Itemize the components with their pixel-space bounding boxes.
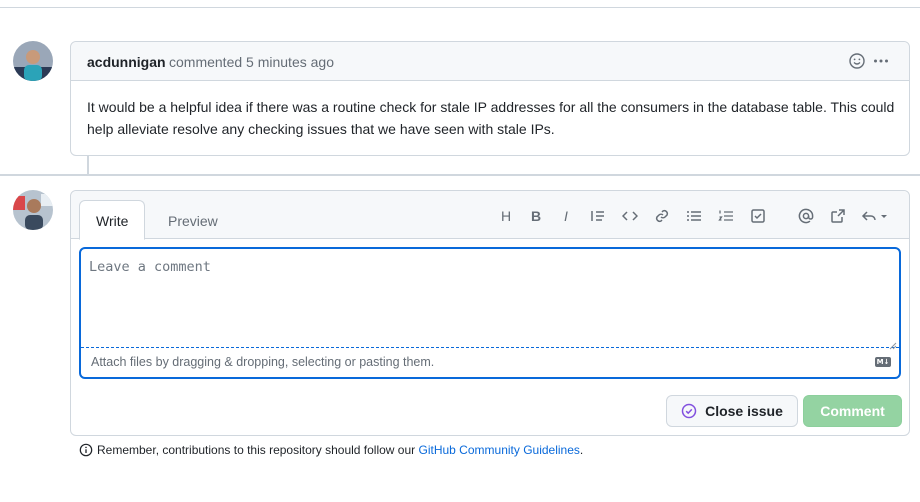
ordered-list-icon[interactable]	[717, 207, 735, 225]
guidelines-prefix: Remember, contributions to this reposito…	[97, 443, 419, 457]
community-guidelines-link[interactable]: GitHub Community Guidelines	[419, 443, 580, 457]
saved-replies-icon[interactable]	[861, 207, 891, 225]
comment-editor: Attach files by dragging & dropping, sel…	[79, 247, 901, 379]
close-issue-button[interactable]: Close issue	[666, 395, 798, 427]
comment-button[interactable]: Comment	[803, 395, 902, 427]
timeline-connector	[87, 156, 89, 174]
link-icon[interactable]	[653, 207, 671, 225]
smiley-icon[interactable]	[849, 53, 865, 72]
attach-files-hint[interactable]: Attach files by dragging & dropping, sel…	[91, 355, 434, 369]
italic-icon[interactable]: I	[557, 207, 575, 225]
guidelines-suffix: .	[579, 443, 584, 457]
new-comment-form: Write Preview H B I Leave a comment Atta…	[70, 190, 910, 436]
timeline-divider	[0, 174, 920, 176]
heading-icon[interactable]: H	[497, 207, 515, 225]
quote-icon[interactable]	[589, 207, 607, 225]
close-issue-label: Close issue	[705, 403, 783, 419]
tasklist-icon[interactable]	[749, 207, 767, 225]
resize-handle[interactable]	[889, 337, 897, 350]
bold-icon[interactable]: B	[527, 207, 545, 225]
cross-reference-icon[interactable]	[829, 207, 847, 225]
editor-header: Write Preview H B I	[71, 191, 909, 240]
comment-body: It would be a helpful idea if there was …	[87, 99, 895, 137]
top-divider	[0, 7, 920, 8]
current-user-avatar[interactable]	[13, 190, 53, 230]
kebab-horizontal-icon[interactable]	[873, 51, 889, 72]
tab-write[interactable]: Write	[79, 200, 146, 240]
issue-closed-icon	[681, 403, 697, 419]
markdown-icon[interactable]: M↓	[875, 357, 891, 367]
avatar[interactable]	[13, 41, 53, 81]
code-icon[interactable]	[621, 207, 639, 225]
comment-box: acdunnigan commented 5 minutes ago It wo…	[70, 41, 910, 156]
comment-author[interactable]: acdunnigan	[87, 54, 166, 70]
mention-icon[interactable]	[797, 207, 815, 225]
info-icon	[79, 443, 93, 457]
tab-preview[interactable]: Preview	[151, 200, 235, 240]
comment-timestamp[interactable]: commented 5 minutes ago	[169, 54, 334, 70]
unordered-list-icon[interactable]	[685, 207, 703, 225]
comment-header: acdunnigan commented 5 minutes ago	[71, 42, 909, 81]
contribution-guidelines-note: Remember, contributions to this reposito…	[79, 443, 583, 457]
comment-textarea[interactable]	[81, 249, 899, 348]
